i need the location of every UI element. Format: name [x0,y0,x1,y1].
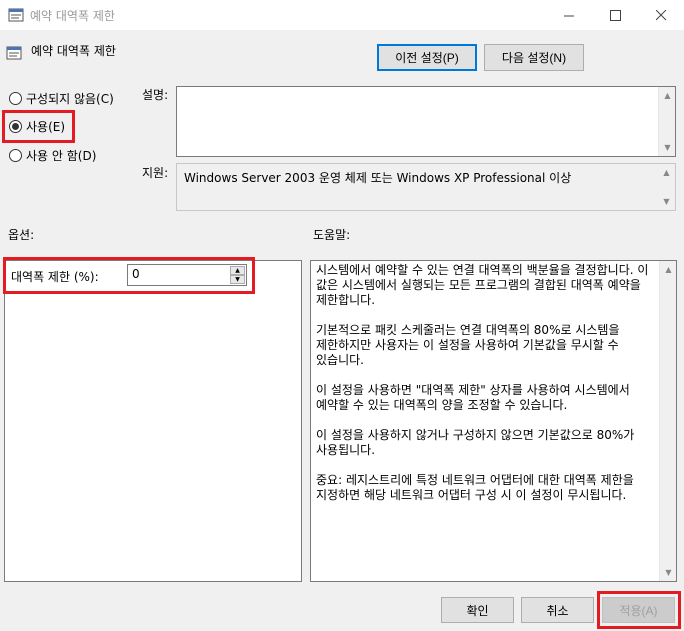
radio-disabled-label: 사용 안 함(D) [26,149,97,163]
spin-down-icon[interactable]: ▼ [230,275,245,284]
policy-title: 예약 대역폭 제한 [31,44,116,58]
radio-not-configured[interactable]: 구성되지 않음(C) [9,90,114,107]
supported-label: 지원: [142,166,169,180]
comment-label: 설명: [142,88,169,102]
bandwidth-limit-value[interactable]: 0 [132,267,140,281]
scroll-down-icon[interactable]: ▼ [660,564,677,581]
supported-on-value: Windows Server 2003 운영 체제 또는 Windows XP … [184,171,572,185]
previous-setting-button[interactable]: 이전 설정(P) [377,44,477,71]
window-title: 예약 대역폭 제한 [30,9,115,23]
maximize-button[interactable] [592,0,638,30]
supported-scrollbar[interactable]: ▲ ▼ [658,164,675,210]
supported-on-field: Windows Server 2003 운영 체제 또는 Windows XP … [176,163,676,211]
spin-up-icon[interactable]: ▲ [230,266,245,275]
help-scrollbar[interactable]: ▲ ▼ [659,261,676,581]
radio-not-configured-label: 구성되지 않음(C) [26,92,114,106]
minimize-icon [563,15,574,16]
options-panel [4,260,302,582]
scroll-up-icon[interactable]: ▲ [658,164,675,181]
next-setting-button[interactable]: 다음 설정(N) [484,44,584,71]
policy-setting-icon [6,46,22,60]
options-label: 옵션: [8,228,35,242]
scroll-up-icon[interactable]: ▲ [659,87,676,104]
bandwidth-limit-spinbox[interactable]: 0 ▲ ▼ [127,264,247,286]
title-bar: 예약 대역폭 제한 [0,0,684,30]
radio-disabled[interactable]: 사용 안 함(D) [9,147,96,164]
comment-textarea[interactable]: ▲ ▼ [176,86,676,157]
comment-scrollbar[interactable]: ▲ ▼ [658,87,675,156]
radio-enabled-label: 사용(E) [26,120,66,134]
radio-enabled[interactable]: 사용(E) [9,118,65,135]
help-panel: 시스템에서 예약할 수 있는 연결 대역폭의 백분율을 결정합니다. 이 값은 … [310,260,677,582]
help-label: 도움말: [313,228,351,242]
ok-button[interactable]: 확인 [441,597,514,623]
minimize-button[interactable] [546,0,592,30]
radio-enabled-dot[interactable] [9,120,22,133]
close-button[interactable] [638,0,684,30]
apply-button[interactable]: 적용(A) [602,597,675,623]
help-text: 시스템에서 예약할 수 있는 연결 대역폭의 백분율을 결정합니다. 이 값은 … [316,263,649,502]
policy-window-icon [8,8,24,22]
radio-disabled-dot[interactable] [9,149,22,162]
radio-not-configured-dot[interactable] [9,92,22,105]
scroll-down-icon[interactable]: ▼ [659,139,676,156]
close-icon [655,9,666,20]
maximize-icon [609,9,621,21]
bandwidth-limit-label: 대역폭 제한 (%): [11,270,99,284]
scroll-down-icon[interactable]: ▼ [658,193,675,210]
scroll-up-icon[interactable]: ▲ [660,261,677,278]
cancel-button[interactable]: 취소 [521,597,594,623]
